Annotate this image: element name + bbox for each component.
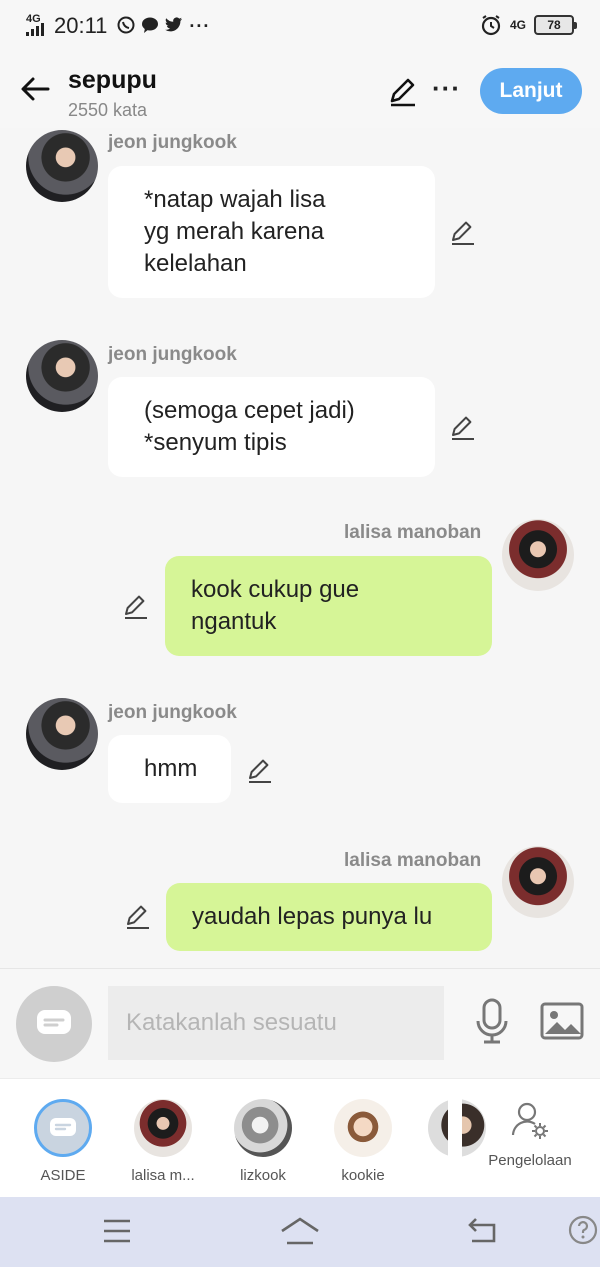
character-kookie[interactable]: kookie [323,1099,403,1184]
battery-icon: 78 [534,15,577,35]
avatar[interactable] [26,130,98,202]
message-line: *senyum tipis [144,429,287,456]
user-settings-icon [511,1102,548,1139]
speaker-name: lalisa manoban [344,522,482,543]
message-bubble[interactable]: hmm [108,735,231,803]
chat-area: jeon jungkook *natap wajah lisa yg merah… [0,128,600,968]
character-lalisa[interactable]: lalisa m... [123,1099,203,1184]
character-strip: ASIDE lalisa m... lizkook kookie i Penge… [0,1078,600,1197]
menu-icon[interactable] [102,1217,132,1245]
character-label: kookie [341,1167,385,1184]
edit-title-icon[interactable] [386,74,420,108]
character-label: ASIDE [40,1167,86,1184]
manage-label: Pengelolaan [488,1152,572,1169]
next-button[interactable]: Lanjut [480,68,582,114]
avatar [134,1099,192,1157]
character-label: lalisa m... [131,1167,195,1184]
twitter-icon [165,16,183,31]
edit-message-icon[interactable] [246,756,274,784]
speaker-name: jeon jungkook [108,132,237,153]
clock: 20:11 [54,13,108,38]
aside-avatar-icon [34,1099,92,1157]
character-lizkook[interactable]: lizkook [223,1099,303,1184]
avatar[interactable] [502,519,574,591]
back-arrow-icon[interactable] [18,72,52,106]
help-icon[interactable] [568,1215,598,1245]
message-icon [142,17,159,33]
message-line: kelelahan [144,250,247,277]
speaker-name: lalisa manoban [344,850,482,871]
message-line: yg merah karena [144,218,325,245]
status-bar: 4G 20:11 ··· 4G 78 [0,0,600,54]
edit-message-icon[interactable] [449,218,477,246]
alarm-icon [481,15,501,36]
composer [0,968,600,1078]
avatar [234,1099,292,1157]
message-bubble[interactable]: (semoga cepet jadi) *senyum tipis [108,377,435,477]
avatar [334,1099,392,1157]
message-line: ngantuk [191,608,277,635]
speaker-name: jeon jungkook [108,702,237,723]
avatar[interactable] [502,846,574,918]
back-nav-icon[interactable] [466,1217,498,1245]
character-label: lizkook [240,1167,286,1184]
message-bubble[interactable]: yaudah lepas punya lu [166,883,492,951]
network-type-right: 4G [509,18,526,32]
story-title: sepupu [68,66,157,94]
signal-icon: 4G [24,14,48,38]
aside-icon [37,1010,71,1034]
avatar[interactable] [26,340,98,412]
battery-level: 78 [547,18,561,32]
edit-message-icon[interactable] [122,592,150,620]
microphone-icon[interactable] [472,997,512,1045]
message-line: kook cukup gue [191,576,360,603]
message-line: *natap wajah lisa [144,186,326,213]
speaker-name: jeon jungkook [108,344,237,365]
edit-message-icon[interactable] [124,902,152,930]
message-line: yaudah lepas punya lu [192,903,433,930]
header: sepupu 2550 kata ··· Lanjut [0,54,600,128]
aside-toggle-button[interactable] [16,986,92,1062]
avatar[interactable] [26,698,98,770]
message-bubble[interactable]: kook cukup gue ngantuk [165,556,492,656]
message-input[interactable] [108,986,444,1060]
message-line: hmm [144,755,198,782]
system-nav-bar [0,1197,600,1267]
word-count: 2550 kata [68,100,148,120]
whatsapp-icon [117,16,135,33]
message-bubble[interactable]: *natap wajah lisa yg merah karena kelela… [108,166,435,298]
message-line: (semoga cepet jadi) [144,397,355,424]
manage-characters-button[interactable]: Pengelolaan [480,1101,580,1169]
character-aside[interactable]: ASIDE [23,1099,103,1184]
strip-edge [448,1079,462,1197]
edit-message-icon[interactable] [449,413,477,441]
more-options-icon[interactable]: ··· [432,75,461,101]
home-icon[interactable] [280,1217,320,1245]
image-icon[interactable] [540,1001,584,1041]
more-notifications-icon: ··· [189,15,211,36]
